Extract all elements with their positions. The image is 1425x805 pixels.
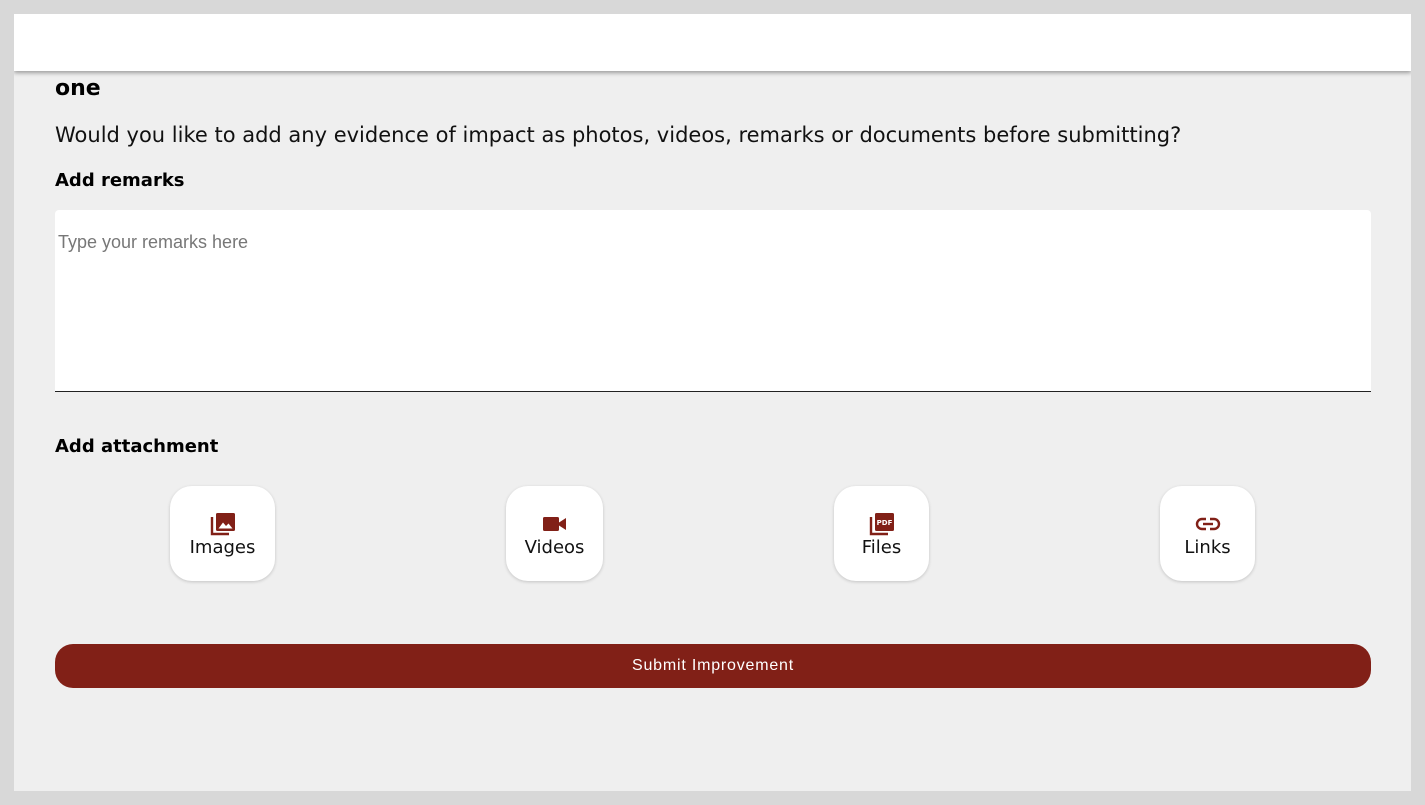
attach-images-label: Images (189, 536, 256, 558)
remarks-label: Add remarks (55, 170, 185, 191)
attach-images-button[interactable]: Images (170, 486, 275, 581)
attach-links-label: Links (1184, 536, 1231, 558)
svg-text:PDF: PDF (876, 519, 892, 527)
app-frame: one Would you like to add any evidence o… (14, 14, 1411, 791)
attach-videos-label: Videos (524, 536, 585, 558)
link-icon (1195, 511, 1221, 537)
attach-files-label: Files (861, 536, 902, 558)
attach-files-button[interactable]: PDF Files (834, 486, 929, 581)
attachment-label: Add attachment (55, 436, 219, 457)
evidence-question: Would you like to add any evidence of im… (55, 123, 1182, 147)
attach-links-button[interactable]: Links (1160, 486, 1255, 581)
images-icon (210, 511, 236, 537)
top-app-bar (14, 14, 1411, 71)
attach-videos-button[interactable]: Videos (506, 486, 603, 581)
remarks-textarea[interactable] (55, 210, 1371, 392)
pdf-file-icon: PDF (869, 511, 895, 537)
page-title: one (55, 76, 101, 101)
video-camera-icon (542, 511, 568, 537)
submit-improvement-button[interactable]: Submit Improvement (55, 644, 1371, 688)
